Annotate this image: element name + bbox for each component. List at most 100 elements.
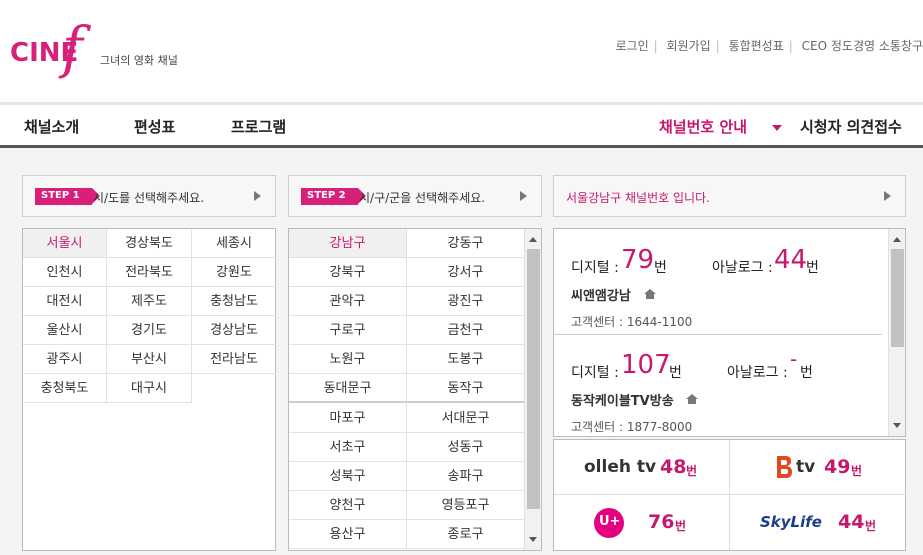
provider-number: 44 — [838, 511, 865, 533]
region-item[interactable]: 경기도 — [107, 316, 192, 345]
region-item[interactable]: 부산시 — [107, 345, 192, 374]
btv-logo-text: tv — [796, 457, 816, 477]
provider-grid: olleh tv 48 번 tv 49 번 U+ 76 번 SkyLife 44… — [553, 439, 906, 551]
region-item[interactable]: 제주도 — [107, 287, 192, 316]
result-scrollbar[interactable] — [888, 229, 905, 436]
district-item[interactable]: 성동구 — [407, 433, 525, 462]
logo-tagline: 그녀의 영화 채널 — [100, 54, 178, 67]
digital-label: 디지털 : — [571, 260, 619, 276]
analog-label: 아날로그 : — [727, 365, 788, 381]
region-item[interactable]: 전라북도 — [107, 258, 192, 287]
customer-center: 고객센터 : 1877-8000 — [571, 420, 693, 434]
district-item[interactable]: 구로구 — [289, 316, 407, 345]
header: CINE f 그녀의 영화 채널 로그인 | 회원가입 | 통합편성표 | CEO 정… — [0, 0, 923, 102]
home-icon[interactable] — [644, 289, 656, 299]
district-item[interactable]: 도봉구 — [407, 345, 525, 374]
cinef-logo[interactable]: CINE f 그녀의 영화 채널 — [8, 16, 188, 86]
region-item[interactable]: 대구시 — [107, 374, 192, 403]
analog-label: 아날로그 : — [712, 260, 773, 276]
provider-uplus[interactable]: U+ 76 번 — [554, 495, 730, 550]
nav-channel-intro[interactable]: 채널소개 — [24, 116, 79, 137]
nav-channel-guide[interactable]: 채널번호 안내 — [659, 116, 747, 137]
provider-skylife[interactable]: SkyLife 44 번 — [730, 495, 906, 550]
divider: | — [788, 39, 793, 53]
district-item[interactable]: 종로구 — [407, 520, 525, 549]
district-item[interactable]: 마포구 — [289, 404, 407, 433]
operator-name: 동작케이블TV방송 — [571, 394, 674, 409]
unit-label: 번 — [686, 464, 698, 478]
district-item[interactable]: 강동구 — [407, 229, 525, 258]
region-panel: 서울시 경상북도 세종시 인천시 전라북도 강원도 대전시 제주도 충청남도 울… — [22, 228, 276, 551]
district-item[interactable]: 용산구 — [289, 520, 407, 549]
signup-link[interactable]: 회원가입 — [667, 39, 711, 53]
unit-label: 번 — [800, 365, 813, 381]
region-item[interactable]: 울산시 — [23, 316, 107, 345]
customer-center: 고객센터 : 1644-1100 — [571, 315, 693, 329]
arrow-right-icon — [520, 191, 527, 201]
district-item[interactable]: 관악구 — [289, 287, 407, 316]
step2-text: 시/구/군을 선택해주세요. — [359, 191, 486, 205]
olleh-tv-logo: olleh tv — [584, 457, 657, 477]
district-item[interactable]: 동대문구 — [289, 374, 407, 403]
nav-schedule[interactable]: 편성표 — [134, 116, 175, 137]
home-icon[interactable] — [686, 394, 698, 404]
scroll-thumb[interactable] — [891, 249, 904, 347]
provider-btv[interactable]: tv 49 번 — [730, 440, 906, 495]
step2-bar: STEP 2 시/구/군을 선택해주세요. — [288, 175, 542, 217]
district-item[interactable]: 강북구 — [289, 258, 407, 287]
unit-label: 번 — [851, 464, 863, 478]
scroll-down-icon[interactable] — [529, 537, 537, 542]
district-item[interactable]: 영등포구 — [407, 491, 525, 520]
digital-number: 107 — [621, 350, 671, 380]
nav-program[interactable]: 프로그램 — [231, 116, 286, 137]
schedule-link[interactable]: 통합편성표 — [729, 39, 784, 53]
district-item[interactable]: 강서구 — [407, 258, 525, 287]
district-item[interactable]: 금천구 — [407, 316, 525, 345]
scroll-up-icon[interactable] — [893, 237, 901, 242]
provider-number: 76 — [648, 511, 675, 533]
uplus-logo-icon: U+ — [594, 508, 624, 538]
digital-number: 79 — [621, 245, 655, 275]
chevron-down-icon — [772, 125, 782, 131]
provider-olleh[interactable]: olleh tv 48 번 — [554, 440, 730, 495]
region-item[interactable]: 대전시 — [23, 287, 107, 316]
region-item[interactable]: 충청남도 — [192, 287, 276, 316]
scroll-down-icon[interactable] — [893, 423, 901, 428]
divider — [554, 334, 882, 335]
divider: | — [653, 39, 658, 53]
unit-label: 번 — [675, 519, 687, 533]
region-item[interactable]: 광주시 — [23, 345, 107, 374]
district-item[interactable]: 서대문구 — [407, 404, 525, 433]
region-item[interactable]: 인천시 — [23, 258, 107, 287]
skylife-logo: SkyLife — [760, 513, 822, 531]
region-item[interactable]: 충청북도 — [23, 374, 107, 403]
region-item[interactable]: 세종시 — [192, 229, 276, 258]
district-item[interactable]: 서초구 — [289, 433, 407, 462]
district-scrollbar[interactable] — [524, 229, 541, 550]
scroll-thumb[interactable] — [527, 249, 540, 509]
step2-badge: STEP 2 — [301, 188, 366, 205]
ceo-link[interactable]: CEO 정도경영 소통창구 — [802, 39, 923, 53]
district-item[interactable]: 노원구 — [289, 345, 407, 374]
district-item[interactable]: 광진구 — [407, 287, 525, 316]
region-item[interactable]: 강원도 — [192, 258, 276, 287]
operator-name: 씨앤앰강남 — [571, 289, 631, 304]
top-links: 로그인 | 회원가입 | 통합편성표 | CEO 정도경영 소통창구 — [616, 37, 923, 54]
nav-feedback[interactable]: 시청자 의견접수 — [800, 116, 902, 137]
step1-bar: STEP 1 시/도를 선택해주세요. — [22, 175, 276, 217]
region-item[interactable]: 전라남도 — [192, 345, 276, 374]
provider-number: 49 — [824, 456, 851, 478]
district-item[interactable]: 성북구 — [289, 462, 407, 491]
arrow-right-icon — [884, 191, 891, 201]
scroll-up-icon[interactable] — [529, 237, 537, 242]
unit-label: 번 — [865, 519, 877, 533]
district-item[interactable]: 양천구 — [289, 491, 407, 520]
result-panel: 디지털 : 79 번 아날로그 : 44 번 씨앤앰강남 고객센터 : 1644… — [553, 228, 906, 437]
district-item[interactable]: 송파구 — [407, 462, 525, 491]
region-item[interactable]: 경상남도 — [192, 316, 276, 345]
region-item[interactable]: 경상북도 — [107, 229, 192, 258]
login-link[interactable]: 로그인 — [616, 39, 649, 53]
district-item[interactable]: 동작구 — [407, 374, 525, 403]
region-item[interactable]: 서울시 — [23, 229, 107, 258]
district-item[interactable]: 강남구 — [289, 229, 407, 258]
